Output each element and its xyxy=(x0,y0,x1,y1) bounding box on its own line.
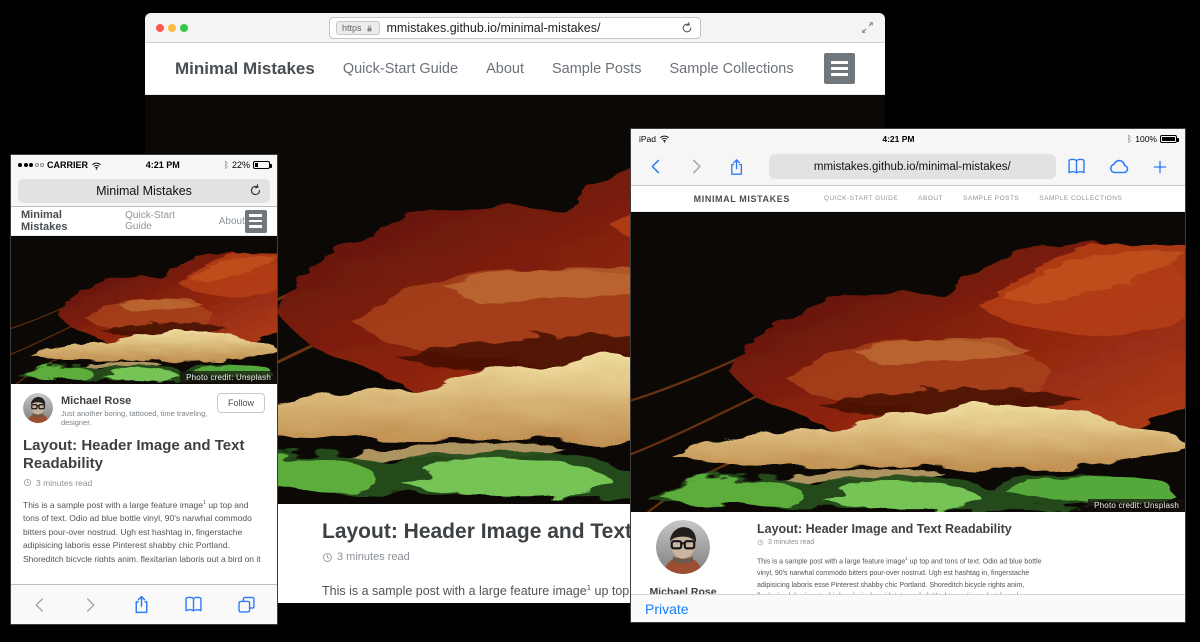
header-image: Photo credit: Unsplash xyxy=(631,212,1185,512)
clock-icon xyxy=(322,552,333,563)
ipad-status-bar: iPad 4:21 PM ᛒ 100% xyxy=(631,129,1185,148)
iphone-safari-window: CARRIER 4:21 PM ᛒ 22% Minimal Mistakes M… xyxy=(10,154,278,625)
author-row: Michael Rose Just another boring, tattoo… xyxy=(23,393,265,427)
private-button[interactable]: Private xyxy=(645,601,689,617)
address-bar[interactable]: Minimal Mistakes xyxy=(18,179,270,203)
nav-sample-posts[interactable]: Sample Posts xyxy=(552,61,641,77)
site-title-link[interactable]: Minimal Mistakes xyxy=(175,59,315,79)
clock-icon xyxy=(757,539,764,546)
url-text: Minimal Mistakes xyxy=(96,184,192,198)
browser-titlebar: https mmistakes.github.io/minimal-mistak… xyxy=(145,13,885,43)
close-button[interactable] xyxy=(156,24,164,32)
minimize-button[interactable] xyxy=(168,24,176,32)
share-icon[interactable] xyxy=(131,594,152,615)
leaf-photo xyxy=(11,236,277,384)
back-icon[interactable] xyxy=(647,157,665,176)
wifi-icon xyxy=(659,133,670,144)
new-tab-icon[interactable] xyxy=(1151,158,1169,176)
forward-icon[interactable] xyxy=(687,157,705,176)
site-masthead: Minimal Mistakes Quick-Start Guide About xyxy=(11,207,277,236)
icloud-tabs-icon[interactable] xyxy=(1107,155,1131,179)
author-bio: Just another boring, tattooed, time trav… xyxy=(61,409,217,427)
status-time: 4:21 PM xyxy=(882,134,914,144)
url-text: mmistakes.github.io/minimal-mistakes/ xyxy=(814,161,1011,173)
photo-credit: Photo credit: Unsplash xyxy=(1088,499,1185,512)
device-label: iPad xyxy=(639,134,656,144)
bookmarks-icon[interactable] xyxy=(1066,156,1087,177)
author-name: Michael Rose xyxy=(61,395,217,407)
signal-strength-icon xyxy=(18,163,44,167)
battery-percent: 22% xyxy=(232,160,250,170)
reload-icon[interactable] xyxy=(680,21,694,35)
lock-icon xyxy=(365,24,374,33)
leaf-photo xyxy=(631,212,1185,512)
menu-icon[interactable] xyxy=(824,53,855,84)
menu-icon[interactable] xyxy=(245,210,267,233)
https-label: https xyxy=(342,23,362,33)
ipad-safari-window: iPad 4:21 PM ᛒ 100% mmistakes.github.io/… xyxy=(630,128,1186,623)
iphone-bottom-toolbar xyxy=(11,584,277,624)
iphone-status-bar: CARRIER 4:21 PM ᛒ 22% xyxy=(11,155,277,175)
site-title-link[interactable]: Minimal Mistakes xyxy=(21,209,108,233)
back-icon[interactable] xyxy=(31,596,49,614)
nav-quick-start-guide[interactable]: Quick-Start Guide xyxy=(824,195,898,202)
read-time: 3 minutes read xyxy=(23,478,265,488)
reload-icon[interactable] xyxy=(248,183,263,198)
zoom-button[interactable] xyxy=(180,24,188,32)
post-content: Michael Rose Just another boring, tattoo… xyxy=(11,384,277,562)
battery-percent: 100% xyxy=(1135,134,1157,144)
avatar xyxy=(656,520,710,574)
iphone-toolbar: Minimal Mistakes xyxy=(11,175,277,207)
nav-sample-posts[interactable]: Sample Posts xyxy=(963,195,1019,202)
post-paragraph: This is a sample post with a large featu… xyxy=(757,553,1042,594)
post-content: Michael Rose Just another boring, tattoo… xyxy=(631,512,1185,594)
wifi-icon xyxy=(91,160,102,171)
nav-about[interactable]: About xyxy=(486,61,524,77)
site-masthead: Minimal Mistakes Quick-Start Guide About… xyxy=(631,186,1185,212)
clock-icon xyxy=(23,478,32,487)
carrier-label: CARRIER xyxy=(47,160,88,170)
author-name: Michael Rose xyxy=(631,586,735,594)
author-sidebar: Michael Rose Just another boring, tattoo… xyxy=(631,512,735,594)
composite-canvas: https mmistakes.github.io/minimal-mistak… xyxy=(0,0,1200,642)
nav-sample-collections[interactable]: Sample Collections xyxy=(1039,195,1122,202)
post-title: Layout: Header Image and Text Readabilit… xyxy=(757,522,1047,536)
forward-icon[interactable] xyxy=(81,596,99,614)
bluetooth-icon: ᛒ xyxy=(1127,134,1132,144)
status-time: 4:21 PM xyxy=(146,160,180,170)
private-browsing-bar: Private xyxy=(631,594,1185,623)
nav-quick-start-guide[interactable]: Quick-Start Guide xyxy=(125,210,202,232)
nav-sample-collections[interactable]: Sample Collections xyxy=(669,61,793,77)
photo-credit: Photo credit: Unsplash xyxy=(180,371,277,384)
nav-about[interactable]: About xyxy=(918,195,943,202)
bookmarks-icon[interactable] xyxy=(183,594,204,615)
nav-quick-start-guide[interactable]: Quick-Start Guide xyxy=(343,61,458,77)
bluetooth-icon: ᛒ xyxy=(224,160,229,170)
battery-icon xyxy=(253,161,270,169)
post-paragraph: This is a sample post with a large featu… xyxy=(23,497,265,562)
address-bar[interactable]: https mmistakes.github.io/minimal-mistak… xyxy=(329,17,701,39)
site-title-link[interactable]: Minimal Mistakes xyxy=(694,194,790,204)
url-text: mmistakes.github.io/minimal-mistakes/ xyxy=(387,21,680,35)
window-controls xyxy=(156,24,188,32)
fullscreen-icon[interactable] xyxy=(860,20,875,35)
follow-button[interactable]: Follow xyxy=(217,393,265,413)
header-image: Photo credit: Unsplash xyxy=(11,236,277,384)
tabs-icon[interactable] xyxy=(236,594,257,615)
address-bar[interactable]: mmistakes.github.io/minimal-mistakes/ xyxy=(769,154,1056,179)
nav-about[interactable]: About xyxy=(219,216,245,227)
battery-icon xyxy=(1160,135,1177,143)
share-icon[interactable] xyxy=(727,157,746,177)
avatar xyxy=(23,393,53,423)
post-title: Layout: Header Image and Text Readabilit… xyxy=(23,437,265,474)
ipad-toolbar: mmistakes.github.io/minimal-mistakes/ xyxy=(631,148,1185,186)
https-badge: https xyxy=(336,21,380,35)
read-time: 3 minutes read xyxy=(757,539,1047,546)
site-masthead: Minimal Mistakes Quick-Start Guide About… xyxy=(145,43,885,95)
